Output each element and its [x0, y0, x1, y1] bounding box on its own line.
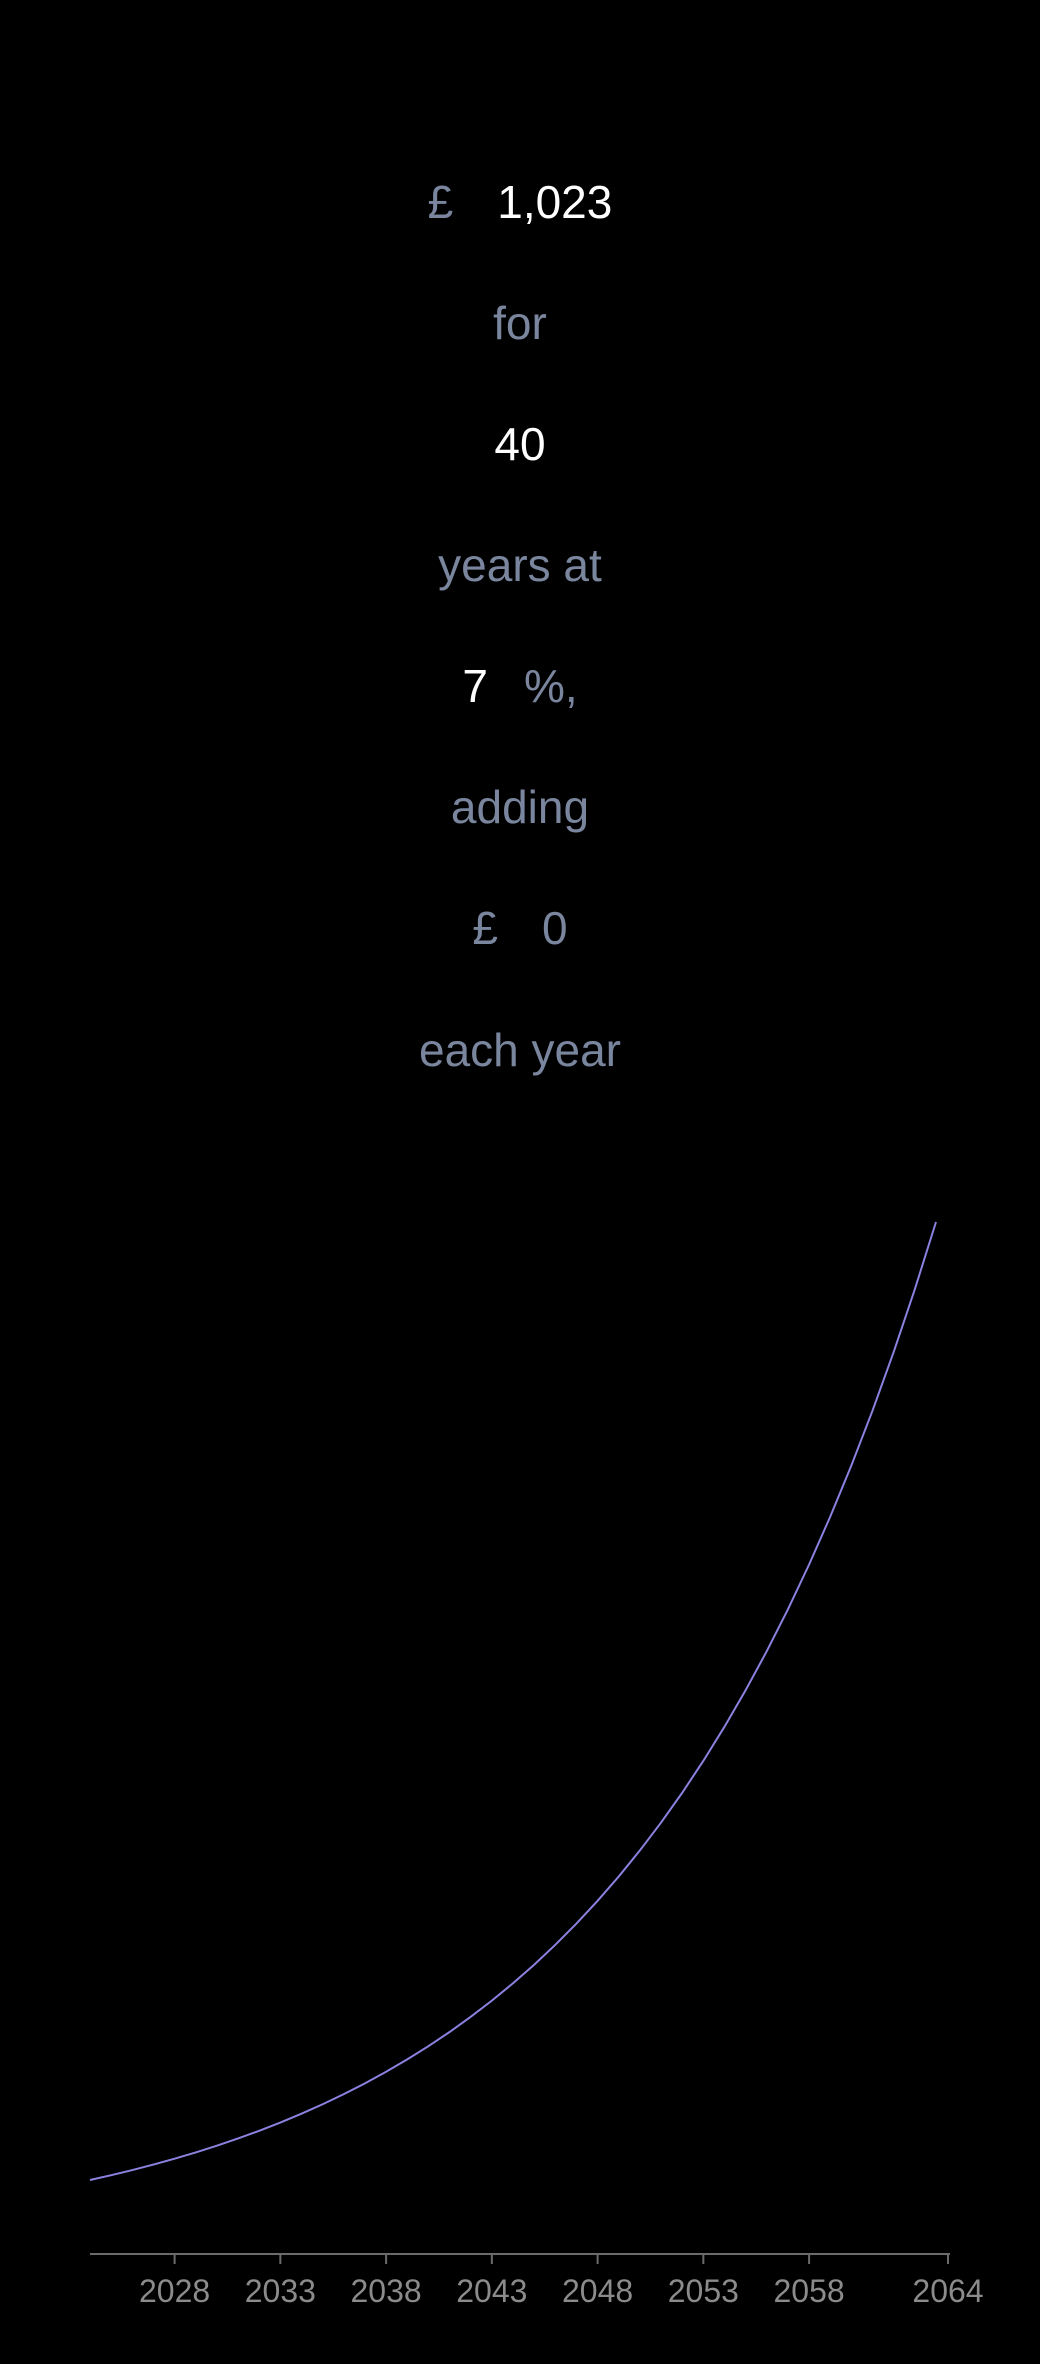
x-axis-tick-label: 2028 — [139, 2273, 210, 2309]
contribution-currency-symbol: £ — [472, 902, 498, 954]
each-year-label: each year — [418, 1024, 621, 1076]
principal-row: £ 1,023 — [0, 172, 1040, 232]
principal-input[interactable]: 1,023 — [497, 172, 612, 232]
contribution-input[interactable]: 0 — [542, 898, 568, 958]
for-label: for — [493, 297, 547, 349]
rate-row: 7 %, — [0, 656, 1040, 716]
rate-percent-suffix: %, — [523, 660, 578, 712]
rate-input[interactable]: 7 — [462, 656, 488, 716]
contribution-row: £ 0 — [0, 898, 1040, 958]
years-input[interactable]: 40 — [494, 414, 545, 474]
x-axis-tick-label: 2064 — [912, 2273, 983, 2309]
adding-label: adding — [450, 781, 590, 833]
principal-currency-symbol: £ — [427, 176, 454, 228]
years-row: 40 — [0, 414, 1040, 474]
x-axis-tick-label: 2043 — [456, 2273, 527, 2309]
x-axis-tick-label: 2038 — [351, 2273, 422, 2309]
years-at-label: years at — [438, 539, 602, 591]
growth-chart-svg: 2028 2033 2038 2043 2048 2053 2058 2064 — [89, 1221, 984, 2309]
x-axis-tick-label: 2033 — [245, 2273, 316, 2309]
x-axis-tick-label: 2048 — [562, 2273, 633, 2309]
x-axis-tick-label: 2058 — [774, 2273, 845, 2309]
x-axis-tick-label: 2053 — [668, 2273, 739, 2309]
growth-series-line — [89, 1221, 937, 2181]
growth-chart: 2028 2033 2038 2043 2048 2053 2058 2064 — [0, 1180, 1040, 2364]
